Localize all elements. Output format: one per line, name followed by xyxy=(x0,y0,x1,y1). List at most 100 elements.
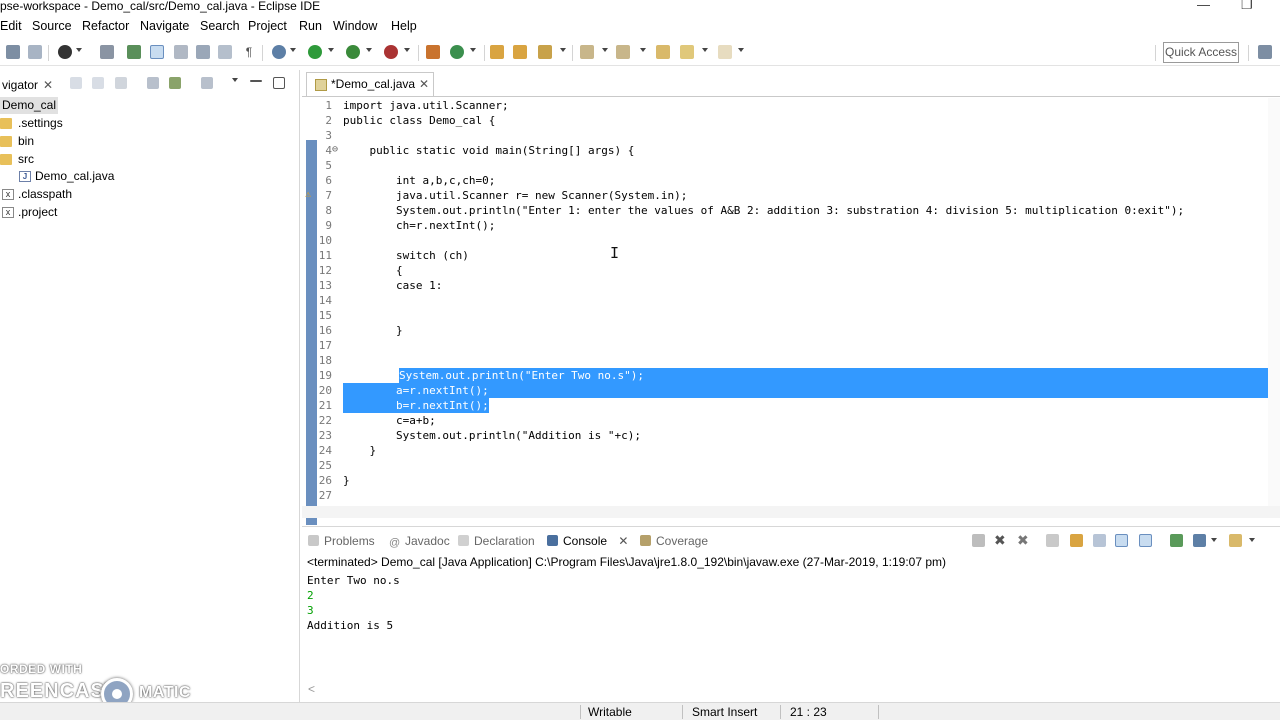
terminate-icon[interactable] xyxy=(972,534,985,547)
chevron-down-icon[interactable] xyxy=(1211,538,1217,542)
chevron-down-icon[interactable] xyxy=(76,48,82,52)
debug-icon[interactable] xyxy=(272,45,286,59)
toggle-block-selection-icon[interactable] xyxy=(174,45,188,59)
view-menu-icon[interactable] xyxy=(232,78,238,82)
up-icon[interactable] xyxy=(115,77,127,89)
tree-item-bin[interactable]: bin xyxy=(0,133,200,150)
code-line[interactable]: switch (ch) xyxy=(343,248,469,263)
chevron-down-icon[interactable] xyxy=(1249,538,1255,542)
restore-button[interactable]: ❐ xyxy=(1241,0,1253,13)
code-area[interactable]: 1 import java.util.Scanner; 2 public class … xyxy=(302,98,1280,518)
code-line[interactable]: System.out.println("Addition is "+c); xyxy=(343,428,641,443)
code-line[interactable]: public static void main(String[] args) { xyxy=(343,143,634,158)
chevron-down-icon[interactable] xyxy=(640,48,646,52)
menu-project[interactable]: Project xyxy=(248,19,287,33)
menu-search[interactable]: Search xyxy=(200,19,240,33)
chevron-down-icon[interactable] xyxy=(470,48,476,52)
code-line[interactable]: case 1: xyxy=(343,278,442,293)
search-icon[interactable] xyxy=(538,45,552,59)
menu-help[interactable]: Help xyxy=(391,19,417,33)
status-insert-mode[interactable]: Smart Insert xyxy=(692,705,757,719)
code-line[interactable]: System.out.println("Enter Two no.s"); xyxy=(399,368,1279,383)
menu-window[interactable]: Window xyxy=(333,19,377,33)
code-line[interactable]: ch=r.nextInt(); xyxy=(343,218,495,233)
code-line[interactable]: public class Demo_cal { xyxy=(343,113,495,128)
code-line[interactable]: java.util.Scanner r= new Scanner(System.… xyxy=(343,188,687,203)
close-icon[interactable]: ✕ xyxy=(618,534,628,548)
warning-icon[interactable]: ⚠ xyxy=(305,189,311,200)
tree-item-demo-cal-java[interactable]: J Demo_cal.java xyxy=(0,168,200,185)
chevron-down-icon[interactable] xyxy=(404,48,410,52)
editor-tab-demo-cal[interactable]: *Demo_cal.java ✕ xyxy=(306,72,434,96)
open-perspective-icon[interactable] xyxy=(1258,45,1272,59)
scroll-left-icon[interactable]: < xyxy=(308,682,315,696)
pin-console-icon[interactable] xyxy=(1170,534,1183,547)
next-annotation-icon[interactable] xyxy=(580,45,594,59)
chevron-down-icon[interactable] xyxy=(702,48,708,52)
chevron-down-icon[interactable] xyxy=(560,48,566,52)
close-icon[interactable]: ✕ xyxy=(419,73,429,95)
previous-annotation-icon[interactable] xyxy=(616,45,630,59)
maximize-view-icon[interactable] xyxy=(273,77,285,89)
show-whitespace-icon[interactable] xyxy=(218,45,232,59)
tab-coverage[interactable]: Coverage xyxy=(640,531,708,551)
pilcrow-icon[interactable]: ¶ xyxy=(242,45,256,59)
save-all-icon[interactable] xyxy=(28,45,42,59)
word-wrap-icon[interactable] xyxy=(196,45,210,59)
code-line[interactable]: { xyxy=(343,263,403,278)
tab-javadoc[interactable]: @ Javadoc xyxy=(389,531,450,551)
back-icon[interactable] xyxy=(680,45,694,59)
display-console-icon[interactable] xyxy=(1193,534,1206,547)
open-console-icon[interactable] xyxy=(1229,534,1242,547)
chevron-down-icon[interactable] xyxy=(602,48,608,52)
link-with-editor-icon[interactable] xyxy=(169,77,181,89)
toggle-mark-occurrences-icon[interactable] xyxy=(150,45,164,59)
new-java-project-icon[interactable] xyxy=(127,45,141,59)
close-icon[interactable]: ✕ xyxy=(43,74,53,96)
menu-refactor[interactable]: Refactor xyxy=(82,19,129,33)
code-line[interactable]: import java.util.Scanner; xyxy=(343,98,509,113)
save-icon[interactable] xyxy=(6,45,20,59)
fold-toggle-icon[interactable]: ⊖ xyxy=(332,144,338,155)
tab-declaration[interactable]: Declaration xyxy=(458,531,535,551)
menu-run[interactable]: Run xyxy=(299,19,322,33)
minimize-view-icon[interactable] xyxy=(250,80,262,82)
chevron-down-icon[interactable] xyxy=(290,48,296,52)
tree-item-classpath[interactable]: x .classpath xyxy=(0,186,200,203)
skip-breakpoints-icon[interactable] xyxy=(100,45,114,59)
collapse-all-icon[interactable] xyxy=(147,77,159,89)
code-line[interactable]: System.out.println("Enter 1: enter the v… xyxy=(343,203,1184,218)
code-line[interactable]: c=a+b; xyxy=(343,413,436,428)
chevron-down-icon[interactable] xyxy=(328,48,334,52)
code-line[interactable]: b=r.nextInt(); xyxy=(343,398,489,413)
forward-arrow-icon[interactable] xyxy=(92,77,104,89)
show-on-error-icon[interactable] xyxy=(1139,534,1152,547)
vertical-scrollbar[interactable] xyxy=(1268,98,1280,518)
tab-console[interactable]: Console ✕ xyxy=(547,531,628,551)
external-tools-icon[interactable] xyxy=(384,45,398,59)
code-line[interactable]: a=r.nextInt(); xyxy=(343,383,1279,398)
tree-item-project-file[interactable]: x .project xyxy=(0,204,200,221)
tree-item-project[interactable]: Demo_cal xyxy=(0,97,58,114)
chevron-down-icon[interactable] xyxy=(366,48,372,52)
open-task-icon[interactable] xyxy=(513,45,527,59)
code-line[interactable]: } xyxy=(343,323,403,338)
scroll-lock-icon[interactable] xyxy=(1070,534,1083,547)
new-class-icon[interactable] xyxy=(450,45,464,59)
horizontal-scrollbar[interactable] xyxy=(302,506,1280,518)
tab-problems[interactable]: Problems xyxy=(308,531,375,551)
remove-all-launches-icon[interactable]: ✖ xyxy=(1017,533,1030,547)
menu-source[interactable]: Source xyxy=(32,19,72,33)
debug-profile-icon[interactable] xyxy=(58,45,72,59)
coverage-icon[interactable] xyxy=(346,45,360,59)
code-line[interactable]: } xyxy=(343,443,376,458)
open-type-icon[interactable] xyxy=(490,45,504,59)
back-arrow-icon[interactable] xyxy=(70,77,82,89)
minimize-button[interactable]: — xyxy=(1197,0,1210,12)
code-line[interactable]: } xyxy=(343,473,350,488)
tree-item-src[interactable]: src xyxy=(0,151,200,168)
word-wrap-icon[interactable] xyxy=(1093,534,1106,547)
run-icon[interactable] xyxy=(308,45,322,59)
tree-item-settings[interactable]: .settings xyxy=(0,115,200,132)
forward-icon[interactable] xyxy=(718,45,732,59)
